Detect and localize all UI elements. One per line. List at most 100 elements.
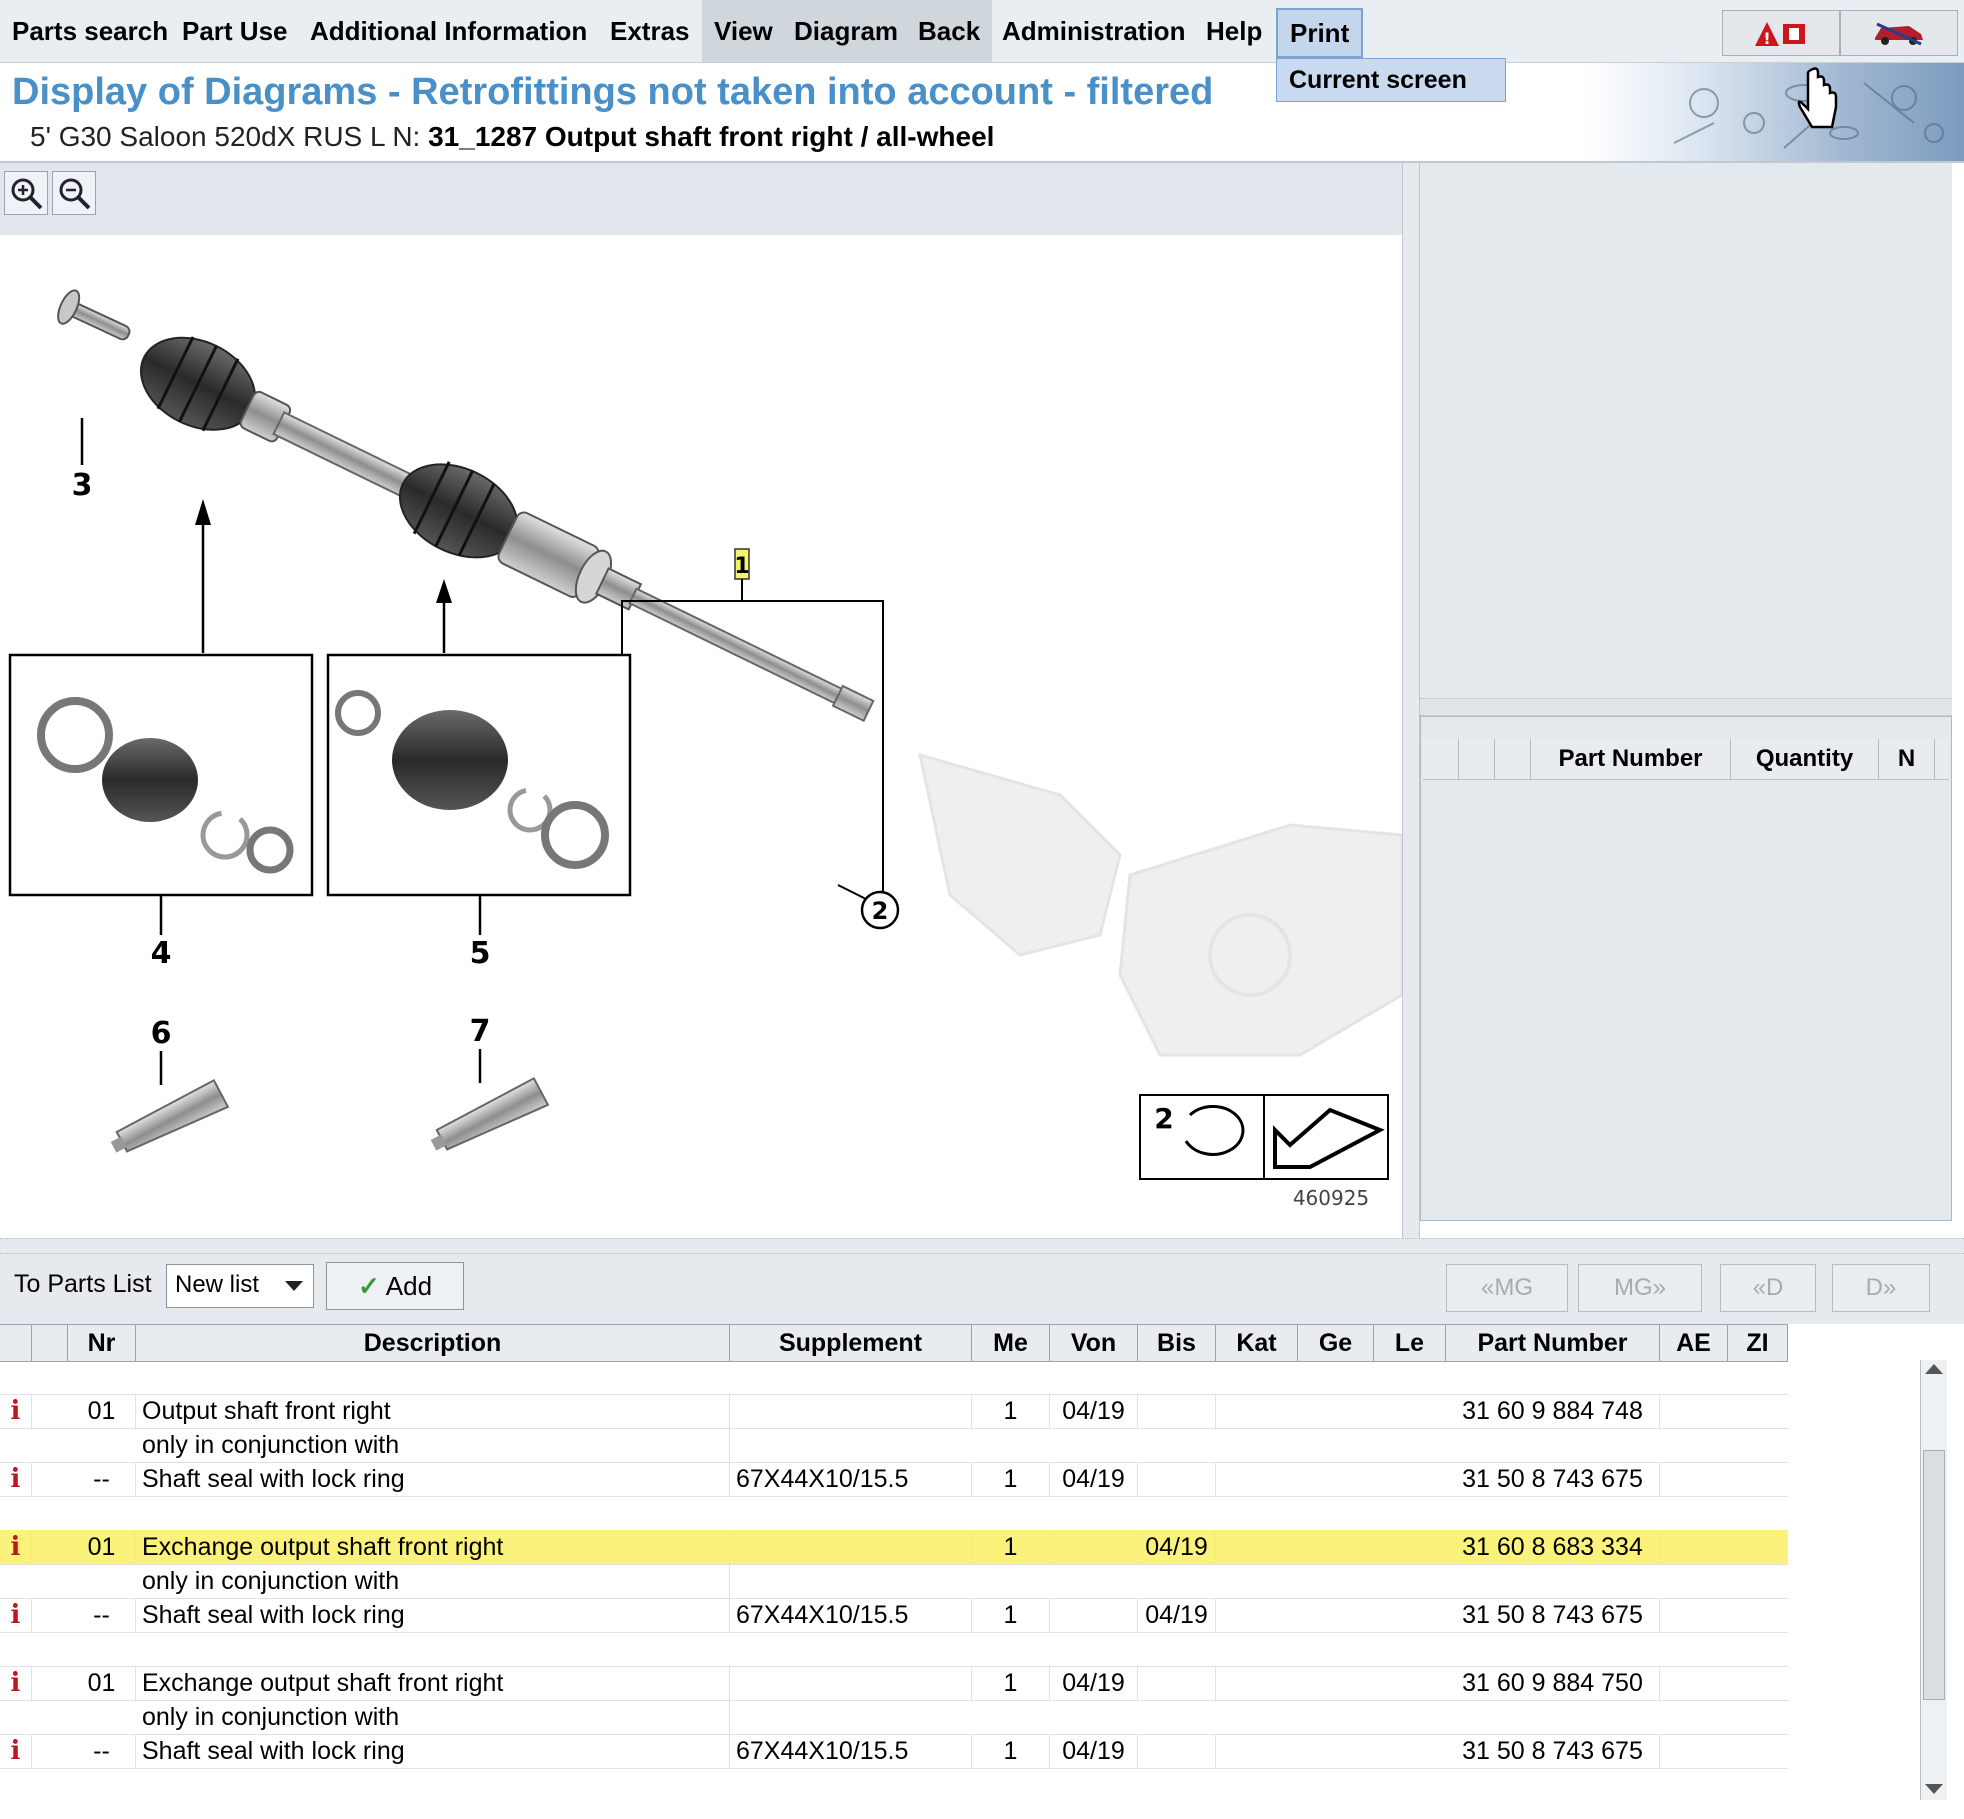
parts-list-col-part-number[interactable]: Part Number [1531,739,1731,779]
cell-nr: 01 [68,1530,136,1564]
cell-nr: 01 [68,1394,136,1428]
menu-bar: Parts search Part Use Additional Informa… [0,0,1964,63]
svg-text:!: ! [1763,29,1770,48]
parts-list-select[interactable]: New list [166,1264,314,1308]
cell-part-number: 31 60 9 884 750 [1446,1666,1660,1700]
menu-print[interactable]: Print [1276,8,1364,58]
svg-text:6: 6 [151,1016,172,1051]
diagram-legend: 2 460925 [1139,1094,1389,1210]
cell-description: only in conjunction with [136,1700,730,1734]
next-main-group-button[interactable]: MG» [1578,1264,1702,1312]
parts-list-col-quantity[interactable]: Quantity [1731,739,1879,779]
col-supplement[interactable]: Supplement [730,1325,972,1361]
callout-2[interactable]: 2 [837,884,900,930]
table-row[interactable]: i -- Shaft seal with lock ring 67X44X10/… [0,1598,1788,1633]
menu-parts-search[interactable]: Parts search [0,0,180,62]
horizontal-splitter[interactable] [0,1238,1964,1254]
hand-cursor-icon [1797,67,1838,129]
callout-1[interactable]: 1 [621,548,884,895]
menu-extras[interactable]: Extras [598,0,702,62]
zoom-in-button[interactable] [4,171,48,215]
add-button[interactable]: ✓ Add [326,1262,464,1310]
warning-flag-button[interactable]: ! [1722,10,1840,56]
right-panel-splitter[interactable] [1420,698,1952,716]
table-row[interactable]: only in conjunction with [0,1428,1788,1463]
table-row-spacer [0,1496,1788,1531]
cell-nr: -- [68,1462,136,1496]
col-von[interactable]: Von [1050,1325,1138,1361]
callout-4[interactable]: 4 [8,499,314,971]
cell-me: 1 [972,1666,1050,1700]
parts-list-col-blank-2 [1459,739,1495,779]
table-row[interactable]: i 01 Exchange output shaft front right 1… [0,1666,1788,1701]
table-row[interactable]: only in conjunction with [0,1700,1788,1735]
next-diagram-button[interactable]: D» [1832,1264,1930,1312]
zoom-out-button[interactable] [52,171,96,215]
col-ae[interactable]: AE [1660,1325,1728,1361]
diagram-panel: 1 2 3 4 5 6 7 2 460925 [0,163,1402,1238]
callout-3[interactable]: 3 [72,418,93,503]
prev-main-group-button[interactable]: «MG [1446,1264,1568,1312]
info-icon[interactable]: i [11,1736,21,1766]
cell-supplement [730,1530,972,1564]
col-description[interactable]: Description [136,1325,730,1361]
callout-6[interactable]: 6 [108,1016,230,1163]
svg-text:4: 4 [151,936,172,971]
ln-value: 31_1287 Output shaft front right / all-w… [428,121,995,152]
menu-help[interactable]: Help [1194,0,1274,62]
col-me[interactable]: Me [972,1325,1050,1361]
table-scrollbar[interactable] [1920,1360,1947,1800]
right-info-panel [1420,163,1952,698]
car-icon [1875,22,1923,46]
cell-description: Shaft seal with lock ring [136,1598,730,1632]
info-icon[interactable]: i [11,1464,21,1494]
diagram-image-number: 460925 [1293,1186,1369,1210]
info-icon[interactable]: i [11,1600,21,1630]
table-row-selected[interactable]: i 01 Exchange output shaft front right 1… [0,1530,1788,1565]
info-icon[interactable]: i [11,1668,21,1698]
table-row[interactable]: i -- Shaft seal with lock ring 67X44X10/… [0,1462,1788,1497]
cell-part-number: 31 60 8 683 334 [1446,1530,1660,1564]
info-icon[interactable]: i [11,1396,21,1426]
menu-additional-information[interactable]: Additional Information [298,0,599,62]
cell-supplement: 67X44X10/15.5 [730,1462,972,1496]
callout-7[interactable]: 7 [428,1014,550,1161]
info-icon[interactable]: i [11,1532,21,1562]
ln-label: L N: [370,121,421,152]
parts-list-col-n[interactable]: N [1879,739,1935,779]
menu-view[interactable]: View [702,0,785,62]
vehicle-button[interactable] [1840,10,1958,56]
menu-back[interactable]: Back [906,0,993,62]
vertical-splitter[interactable] [1402,163,1420,1243]
table-row[interactable]: only in conjunction with [0,1564,1788,1599]
svg-text:2: 2 [872,897,889,925]
cell-me: 1 [972,1394,1050,1428]
menu-administration[interactable]: Administration [990,0,1197,62]
cell-description: Output shaft front right [136,1394,730,1428]
scroll-up-icon[interactable] [1925,1364,1943,1374]
print-dropdown-current-screen[interactable]: Current screen [1276,58,1506,102]
menu-part-use[interactable]: Part Use [170,0,300,62]
scroll-down-icon[interactable] [1925,1784,1943,1794]
page-title: Display of Diagrams - Retrofittings not … [12,71,1214,113]
col-part-number[interactable]: Part Number [1446,1325,1660,1361]
menu-diagram[interactable]: Diagram [782,0,911,62]
cell-nr: -- [68,1598,136,1632]
callout-5[interactable]: 5 [326,579,632,971]
col-info [0,1325,32,1361]
col-bis[interactable]: Bis [1138,1325,1216,1361]
cell-bis [1138,1734,1216,1768]
col-nr[interactable]: Nr [68,1325,136,1361]
page-header: Display of Diagrams - Retrofittings not … [0,63,1964,163]
col-zi[interactable]: ZI [1728,1325,1788,1361]
col-ge[interactable]: Ge [1298,1325,1374,1361]
table-row[interactable]: i -- Shaft seal with lock ring 67X44X10/… [0,1734,1788,1769]
col-kat[interactable]: Kat [1216,1325,1298,1361]
cell-part-number: 31 50 8 743 675 [1446,1462,1660,1496]
parts-list-toolbar: To Parts List New list ✓ Add «MG MG» «D D… [0,1254,1964,1324]
cell-bis [1138,1462,1216,1496]
prev-diagram-button[interactable]: «D [1720,1264,1816,1312]
table-row[interactable]: i 01 Output shaft front right 1 04/19 31… [0,1394,1788,1429]
col-le[interactable]: Le [1374,1325,1446,1361]
scroll-thumb[interactable] [1923,1450,1945,1700]
